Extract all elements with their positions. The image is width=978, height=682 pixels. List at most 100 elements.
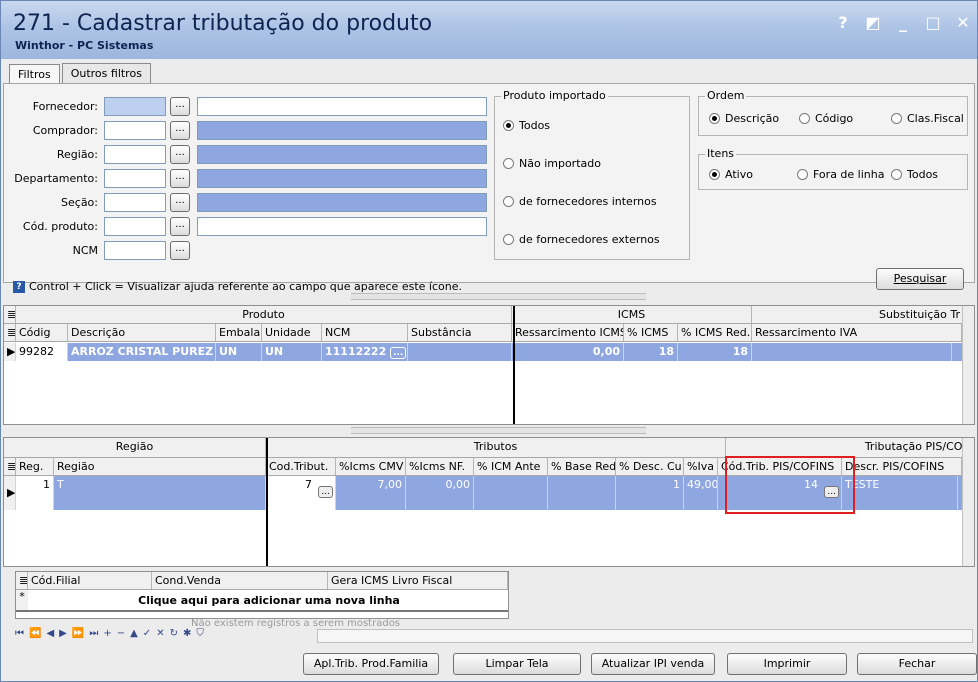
title-bar[interactable]: 271 - Cadastrar tributação do produto Wi…: [1, 1, 977, 59]
cell-substancia[interactable]: [408, 343, 512, 361]
delete-record-icon[interactable]: −: [117, 628, 125, 642]
col-unidade[interactable]: Unidade: [262, 324, 322, 341]
limpar-tela-button[interactable]: Limpar Tela: [453, 653, 581, 675]
add-row[interactable]: * Clique aqui para adicionar uma nova li…: [16, 590, 508, 612]
col-cod-tribut[interactable]: Cod.Tribut.: [266, 458, 336, 475]
next-record-icon[interactable]: ▶: [59, 628, 67, 642]
cell-embalagem[interactable]: UN: [216, 343, 262, 361]
ncm-ellipsis-icon[interactable]: ...: [390, 347, 407, 359]
bookmark-icon[interactable]: ✱: [183, 628, 191, 642]
cell-icms-cmv[interactable]: 7,00: [336, 476, 406, 510]
imprimir-button[interactable]: Imprimir: [727, 653, 847, 675]
radio-fornecedores-externos[interactable]: de fornecedores externos: [503, 233, 660, 246]
edit-record-icon[interactable]: ▲: [130, 628, 138, 642]
regiao-grid-scrollbar[interactable]: [962, 438, 974, 566]
col-descricao[interactable]: Descrição: [68, 324, 216, 341]
cell-descr-pis[interactable]: TESTE: [842, 476, 958, 510]
cod-produto-search-button[interactable]: ...: [170, 217, 190, 236]
add-row-label[interactable]: Clique aqui para adicionar uma nova linh…: [28, 590, 508, 610]
col-reg[interactable]: Reg.: [16, 458, 54, 475]
atualizar-ipi-button[interactable]: Atualizar IPI venda: [591, 653, 715, 675]
splitter-middle[interactable]: [351, 427, 646, 434]
last-page-icon[interactable]: ⏭: [89, 628, 98, 642]
comprador-code-input[interactable]: [104, 121, 166, 140]
radio-ordem-descricao[interactable]: Descrição: [709, 112, 779, 125]
cell-descricao[interactable]: ARROZ CRISTAL PUREZ: [68, 343, 216, 361]
fornecedor-code-input[interactable]: [104, 97, 166, 116]
radio-itens-ativo[interactable]: Ativo: [709, 168, 753, 181]
col-codigo[interactable]: Códig: [16, 324, 68, 341]
radio-ordem-clas-fiscal[interactable]: Clas.Fiscal: [891, 112, 964, 125]
add-record-icon[interactable]: +: [103, 628, 111, 642]
produto-grid-scrollbar[interactable]: [962, 306, 974, 424]
grid-menu-icon[interactable]: ≣: [16, 572, 28, 589]
prev-record-icon[interactable]: ◀: [46, 628, 54, 642]
cell-icm-ante[interactable]: [474, 476, 548, 510]
col-cond-venda[interactable]: Cond.Venda: [152, 572, 328, 589]
maximize-icon[interactable]: □: [925, 13, 941, 32]
tab-outros-filtros[interactable]: Outros filtros: [61, 63, 151, 83]
cell-regiao[interactable]: T: [54, 476, 266, 510]
col-cod-filial[interactable]: Cód.Filial: [28, 572, 152, 589]
radio-fornecedores-internos[interactable]: de fornecedores internos: [503, 195, 657, 208]
cell-base-red[interactable]: [548, 476, 616, 510]
table-row[interactable]: ▶ 99282 ARROZ CRISTAL PUREZ UN UN 111122…: [4, 343, 964, 361]
cell-ncm[interactable]: 11112222 ...: [322, 343, 408, 361]
radio-itens-todos[interactable]: Todos: [891, 168, 938, 181]
radio-nao-importado[interactable]: Não importado: [503, 157, 601, 170]
secao-search-button[interactable]: ...: [170, 193, 190, 212]
cod-tribut-ellipsis-icon[interactable]: ...: [318, 486, 333, 498]
cell-iva[interactable]: 49,00: [684, 476, 718, 510]
fornecedor-name-input[interactable]: [197, 97, 487, 116]
cancel-record-icon[interactable]: ✕: [156, 628, 164, 642]
cell-icms[interactable]: 18: [624, 343, 678, 361]
secao-code-input[interactable]: [104, 193, 166, 212]
ncm-search-button[interactable]: ...: [170, 241, 190, 260]
regiao-code-input[interactable]: [104, 145, 166, 164]
cell-ressarcimento-icms[interactable]: 0,00: [512, 343, 624, 361]
radio-itens-fora-de-linha[interactable]: Fora de linha: [797, 168, 884, 181]
col-icms[interactable]: % ICMS: [624, 324, 678, 341]
prev-page-icon[interactable]: ⏪: [29, 628, 41, 642]
departamento-code-input[interactable]: [104, 169, 166, 188]
col-iva[interactable]: %Iva: [684, 458, 718, 475]
cell-unidade[interactable]: UN: [262, 343, 322, 361]
grid-menu-icon[interactable]: ≣: [4, 306, 16, 323]
horizontal-scrollbar[interactable]: [317, 629, 973, 643]
first-page-icon[interactable]: ⏮: [15, 628, 24, 642]
post-record-icon[interactable]: ✓: [143, 628, 151, 642]
apl-trib-button[interactable]: Apl.Trib. Prod.Familia: [303, 653, 439, 675]
fornecedor-search-button[interactable]: ...: [170, 97, 190, 116]
col-substancia[interactable]: Substância: [408, 324, 512, 341]
grid-menu-icon[interactable]: ≣: [4, 458, 16, 475]
col-embalagem[interactable]: Embala: [216, 324, 262, 341]
next-page-icon[interactable]: ⏩: [72, 628, 84, 642]
col-ressarcimento-iva[interactable]: Ressarcimento IVA: [752, 324, 962, 341]
minimize-icon[interactable]: _: [895, 13, 911, 32]
col-ressarcimento-icms[interactable]: Ressarcimento ICMS: [512, 324, 624, 341]
tab-filtros[interactable]: Filtros: [9, 64, 60, 84]
col-icms-red[interactable]: % ICMS Red.: [678, 324, 752, 341]
col-regiao[interactable]: Região: [54, 458, 266, 475]
col-base-red[interactable]: % Base Red: [548, 458, 616, 475]
fechar-button[interactable]: Fechar: [857, 653, 977, 675]
produto-name-input[interactable]: [197, 217, 487, 236]
splitter-top[interactable]: [351, 293, 646, 300]
col-desc-cu[interactable]: % Desc. Cu: [616, 458, 684, 475]
regiao-search-button[interactable]: ...: [170, 145, 190, 164]
refresh-icon[interactable]: ↻: [170, 628, 178, 642]
cell-reg[interactable]: 1: [16, 476, 54, 510]
cell-desc-cu[interactable]: 1: [616, 476, 684, 510]
radio-ordem-codigo[interactable]: Código: [799, 112, 853, 125]
cell-cod-tribut[interactable]: 7...: [266, 476, 336, 510]
col-icm-ante[interactable]: % ICM Ante: [474, 458, 548, 475]
col-gera-icms[interactable]: Gera ICMS Livro Fiscal: [328, 572, 508, 589]
cell-icms-red[interactable]: 18: [678, 343, 752, 361]
col-descr-pis[interactable]: Descr. PIS/COFINS: [842, 458, 962, 475]
departamento-search-button[interactable]: ...: [170, 169, 190, 188]
col-ncm[interactable]: NCM: [322, 324, 408, 341]
pesquisar-button[interactable]: Pesquisar: [876, 268, 964, 290]
restore-icon[interactable]: ◩: [865, 13, 881, 32]
cod-produto-input[interactable]: [104, 217, 166, 236]
comprador-search-button[interactable]: ...: [170, 121, 190, 140]
